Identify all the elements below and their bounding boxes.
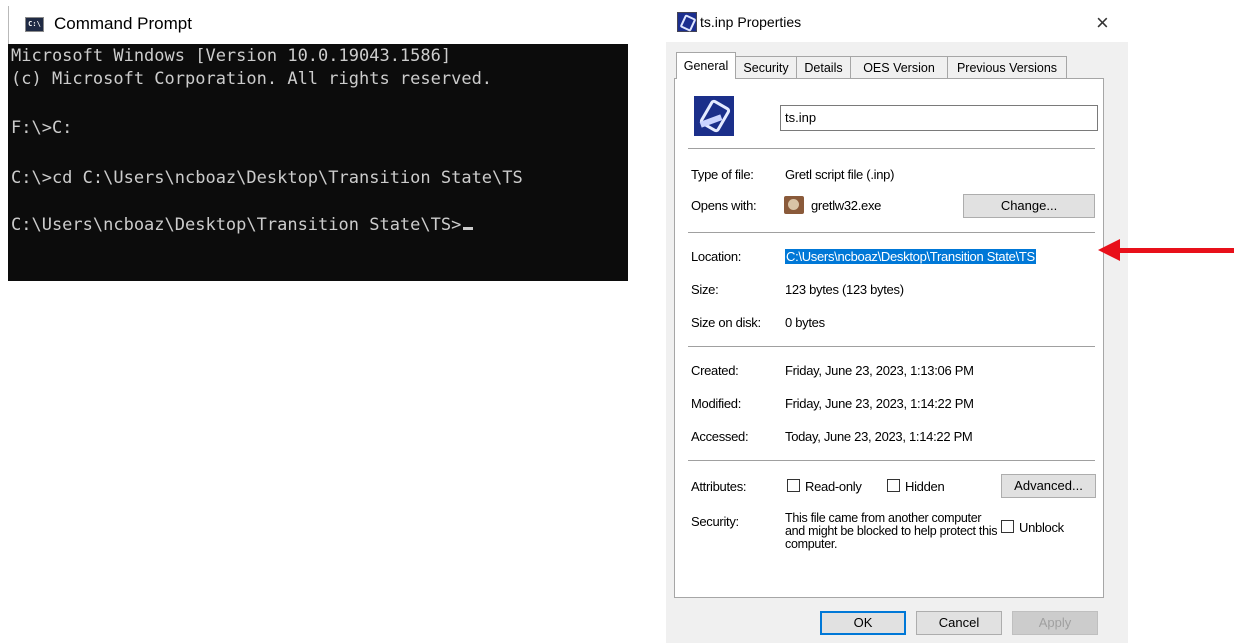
size-on-disk-label: Size on disk: (691, 315, 761, 330)
size-value: 123 bytes (123 bytes) (785, 282, 904, 297)
console-prompt-text: C:\Users\ncboaz\Desktop\Transition State… (11, 215, 462, 235)
hidden-label[interactable]: Hidden (905, 479, 945, 494)
unblock-label[interactable]: Unblock (1019, 520, 1064, 535)
tab-previous-versions[interactable]: Previous Versions (947, 56, 1067, 78)
size-on-disk-value: 0 bytes (785, 315, 825, 330)
attributes-label: Attributes: (691, 479, 747, 494)
gretl-file-icon-large (694, 96, 734, 136)
ok-button[interactable]: OK (820, 611, 906, 635)
opens-label: Opens with: (691, 198, 757, 213)
console-line-prompt: C:\Users\ncboaz\Desktop\Transition State… (11, 215, 474, 235)
tab-oes-version[interactable]: OES Version (850, 56, 948, 78)
tab-details[interactable]: Details (796, 56, 851, 78)
cancel-button[interactable]: Cancel (916, 611, 1002, 635)
opens-value: gretlw32.exe (811, 198, 882, 213)
console-line-copyright: (c) Microsoft Corporation. All rights re… (11, 69, 493, 89)
console-line-drive: F:\>C: (11, 118, 73, 138)
console-line-cd: C:\>cd C:\Users\ncboaz\Desktop\Transitio… (11, 168, 523, 188)
red-arrow-icon (1098, 239, 1235, 261)
console-line-version: Microsoft Windows [Version 10.0.19043.15… (11, 46, 452, 66)
hidden-checkbox[interactable] (887, 479, 900, 492)
tab-general[interactable]: General (676, 52, 736, 79)
gretl-file-icon (677, 12, 697, 32)
gretl-app-icon (784, 196, 804, 214)
separator (688, 232, 1095, 233)
arrow-head (1098, 239, 1120, 261)
security-message: This file came from another computer and… (785, 511, 998, 551)
location-label: Location: (691, 249, 742, 264)
location-value[interactable]: C:\Users\ncboaz\Desktop\Transition State… (785, 249, 1036, 264)
separator (688, 460, 1095, 461)
cursor-icon (463, 227, 474, 230)
modified-label: Modified: (691, 396, 742, 411)
security-label: Security: (691, 514, 739, 529)
unblock-checkbox[interactable] (1001, 520, 1014, 533)
accessed-value: Today, June 23, 2023, 1:14:22 PM (785, 429, 973, 444)
created-value: Friday, June 23, 2023, 1:13:06 PM (785, 363, 974, 378)
cmd-title: Command Prompt (54, 14, 192, 33)
file-name-input[interactable]: ts.inp (780, 105, 1098, 131)
cmd-console[interactable]: Microsoft Windows [Version 10.0.19043.15… (8, 44, 628, 281)
properties-dialog: ts.inp Properties × General Security Det… (666, 4, 1128, 643)
tab-strip: General Security Details OES Version Pre… (676, 52, 1076, 79)
size-label: Size: (691, 282, 719, 297)
arrow-shaft (1116, 248, 1234, 253)
modified-value: Friday, June 23, 2023, 1:14:22 PM (785, 396, 974, 411)
dialog-titlebar[interactable]: ts.inp Properties × (666, 4, 1128, 42)
command-prompt-window: C:\ Command Prompt Microsoft Windows [Ve… (8, 6, 629, 281)
type-label: Type of file: (691, 167, 754, 182)
location-selection[interactable]: C:\Users\ncboaz\Desktop\Transition State… (785, 249, 1036, 264)
advanced-button[interactable]: Advanced... (1001, 474, 1096, 498)
tab-security[interactable]: Security (735, 56, 797, 78)
close-icon[interactable]: × (1096, 10, 1109, 36)
accessed-label: Accessed: (691, 429, 749, 444)
apply-button[interactable]: Apply (1012, 611, 1098, 635)
separator (688, 148, 1095, 149)
separator (688, 346, 1095, 347)
dialog-title: ts.inp Properties (700, 14, 802, 30)
readonly-label[interactable]: Read-only (805, 479, 862, 494)
cmd-titlebar[interactable]: C:\ Command Prompt (8, 6, 629, 44)
created-label: Created: (691, 363, 739, 378)
readonly-checkbox[interactable] (787, 479, 800, 492)
type-value: Gretl script file (.inp) (785, 167, 895, 182)
cmd-icon: C:\ (25, 17, 44, 32)
change-button[interactable]: Change... (963, 194, 1095, 218)
